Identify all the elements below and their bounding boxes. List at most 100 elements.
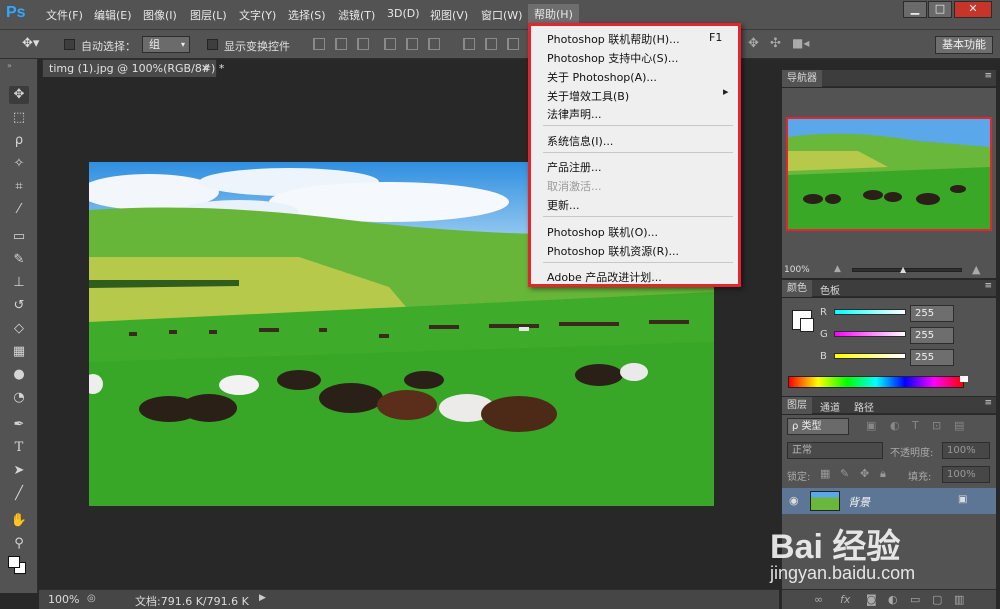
menu-window[interactable]: 窗口(W): [481, 7, 522, 23]
menu-type[interactable]: 文字(Y): [239, 7, 276, 23]
align-vcenter-icon[interactable]: [406, 38, 418, 50]
menu-item-online-resources[interactable]: Photoshop 联机资源(R)...: [547, 243, 679, 259]
menu-item-photoshop-online[interactable]: Photoshop 联机(O)...: [547, 224, 658, 240]
channel-r-field[interactable]: 255: [910, 305, 954, 322]
navigator-thumbnail[interactable]: [786, 117, 992, 231]
menu-image[interactable]: 图像(I): [143, 7, 177, 23]
color-swatch-bg[interactable]: [800, 318, 814, 332]
align-top-icon[interactable]: [384, 38, 396, 50]
filter-adjust-icon[interactable]: ◐: [890, 419, 900, 432]
channel-b-field[interactable]: 255: [910, 349, 954, 366]
align-right-icon[interactable]: [357, 38, 369, 50]
close-button[interactable]: ✕: [954, 1, 992, 18]
lasso-icon[interactable]: ρ: [9, 132, 29, 150]
gradient-icon[interactable]: ▦: [9, 343, 29, 361]
brush-icon[interactable]: ✎: [9, 251, 29, 269]
menu-item-updates[interactable]: 更新...: [547, 197, 580, 213]
line-icon[interactable]: ╱: [9, 485, 29, 503]
auto-select-target-select[interactable]: 组 ▾: [142, 36, 190, 53]
type-icon[interactable]: T: [9, 439, 29, 457]
healing-icon[interactable]: ▭: [9, 228, 29, 246]
lock-position-icon[interactable]: ✥: [860, 467, 869, 480]
history-brush-icon[interactable]: ↺: [9, 297, 29, 315]
menu-layer[interactable]: 图层(L): [190, 7, 227, 23]
path-select-icon[interactable]: ➤: [9, 462, 29, 480]
zoom-level[interactable]: 100%: [48, 593, 79, 606]
align-bottom-icon[interactable]: [428, 38, 440, 50]
menu-item-improvement-program[interactable]: Adobe 产品改进计划...: [547, 269, 662, 285]
marquee-icon[interactable]: ⬚: [9, 109, 29, 127]
3d-pan-icon[interactable]: ✥: [748, 36, 759, 51]
zoom-slider-thumb-icon[interactable]: ▲: [900, 265, 906, 274]
fill-field[interactable]: 100%: [942, 466, 990, 483]
menu-help[interactable]: 帮助(H): [528, 4, 579, 24]
eyedropper-icon[interactable]: ⁄: [9, 201, 29, 219]
tab-swatches[interactable]: 色板: [820, 282, 840, 297]
tab-paths[interactable]: 路径: [854, 399, 874, 414]
panel-menu-icon[interactable]: ≡: [984, 71, 992, 81]
move-tool-preset-icon[interactable]: ✥▾: [22, 36, 39, 51]
dodge-icon[interactable]: ◔: [9, 389, 29, 407]
navigator-zoom-slider[interactable]: [852, 268, 962, 272]
menu-item-support-center[interactable]: Photoshop 支持中心(S)...: [547, 50, 678, 66]
menu-item-about-plugins[interactable]: 关于增效工具(B): [547, 88, 629, 104]
eraser-icon[interactable]: ◇: [9, 320, 29, 338]
menu-file[interactable]: 文件(F): [46, 7, 83, 23]
menu-item-about-photoshop[interactable]: 关于 Photoshop(A)...: [547, 69, 657, 85]
menu-view[interactable]: 视图(V): [430, 7, 468, 23]
magic-wand-icon[interactable]: ✧: [9, 155, 29, 173]
hand-icon[interactable]: ✋: [9, 512, 29, 530]
zoom-icon[interactable]: ⚲: [9, 535, 29, 553]
lock-transparency-icon[interactable]: ▦: [820, 467, 830, 480]
maximize-button[interactable]: □: [928, 1, 952, 18]
crop-icon[interactable]: ⌗: [9, 178, 29, 196]
minimize-button[interactable]: ▁: [903, 1, 927, 18]
menu-select[interactable]: 选择(S): [288, 7, 326, 23]
auto-select-checkbox[interactable]: [64, 39, 75, 50]
panel-menu-icon[interactable]: ≡: [984, 398, 992, 408]
align-left-icon[interactable]: [313, 38, 325, 50]
blur-icon[interactable]: ●: [9, 366, 29, 384]
tab-layers[interactable]: 图层: [782, 397, 812, 414]
menu-item-online-help[interactable]: Photoshop 联机帮助(H)...: [547, 31, 680, 47]
filter-type-icon[interactable]: T: [912, 419, 919, 432]
tab-close-icon[interactable]: ×: [201, 61, 210, 74]
opacity-field[interactable]: 100%: [942, 442, 990, 459]
3d-slide-icon[interactable]: ✣: [770, 36, 781, 51]
spectrum-white[interactable]: [960, 376, 968, 382]
channel-b-slider[interactable]: [834, 353, 906, 359]
align-hcenter-icon[interactable]: [335, 38, 347, 50]
menu-edit[interactable]: 编辑(E): [94, 7, 132, 23]
distribute-bottom-icon[interactable]: [507, 38, 519, 50]
tab-navigator[interactable]: 导航器: [782, 70, 822, 87]
collapse-toolbar-icon[interactable]: »: [7, 61, 12, 70]
document-tab[interactable]: timg (1).jpg @ 100%(RGB/8#) * ×: [42, 59, 224, 77]
workspace-button[interactable]: 基本功能: [935, 36, 993, 54]
tab-channels[interactable]: 通道: [820, 399, 840, 414]
pen-icon[interactable]: ✒: [9, 416, 29, 434]
tab-color[interactable]: 颜色: [782, 280, 812, 297]
channel-g-field[interactable]: 255: [910, 327, 954, 344]
stamp-icon[interactable]: ⊥: [9, 274, 29, 292]
menu-filter[interactable]: 滤镜(T): [338, 7, 375, 23]
channel-r-slider[interactable]: [834, 309, 906, 315]
menu-item-system-info[interactable]: 系统信息(I)...: [547, 133, 613, 149]
distribute-vcenter-icon[interactable]: [485, 38, 497, 50]
status-menu-arrow-icon[interactable]: ▶: [259, 593, 266, 603]
menu-item-product-registration[interactable]: 产品注册...: [547, 159, 602, 175]
menu-item-legal-notices[interactable]: 法律声明...: [547, 106, 602, 122]
show-transform-checkbox[interactable]: [207, 39, 218, 50]
3d-camera-icon[interactable]: ■◂: [792, 36, 809, 50]
zoom-in-icon[interactable]: ▲: [972, 263, 980, 276]
panel-menu-icon[interactable]: ≡: [984, 281, 992, 291]
blend-mode-select[interactable]: 正常: [787, 442, 883, 459]
distribute-top-icon[interactable]: [463, 38, 475, 50]
lock-paint-icon[interactable]: ✎: [840, 467, 849, 480]
menu-3d[interactable]: 3D(D): [387, 7, 420, 20]
layer-filter-select[interactable]: ρ 类型: [787, 418, 849, 435]
filter-pixel-icon[interactable]: ▣: [866, 419, 876, 432]
lock-all-icon[interactable]: 🔒︎: [880, 467, 886, 481]
filter-shape-icon[interactable]: ⊡: [932, 419, 941, 432]
foreground-color-swatch[interactable]: [8, 556, 20, 568]
channel-g-slider[interactable]: [834, 331, 906, 337]
